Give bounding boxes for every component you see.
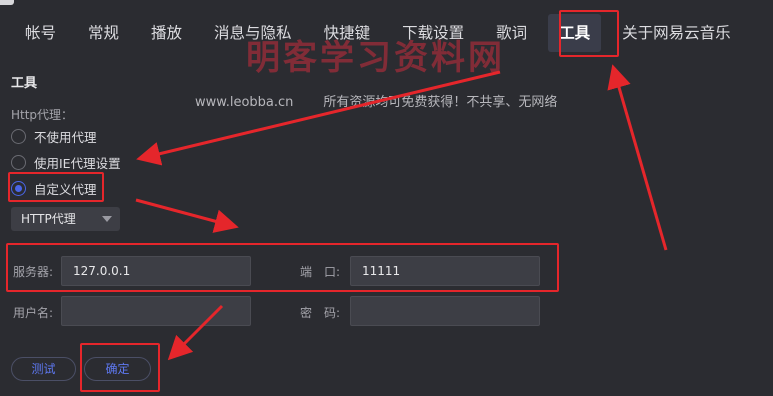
- confirm-button[interactable]: 确定: [84, 357, 151, 381]
- server-input[interactable]: 127.0.0.1: [61, 256, 251, 286]
- radio-ie-proxy[interactable]: 使用IE代理设置: [11, 153, 121, 172]
- port-input[interactable]: 11111: [350, 256, 540, 286]
- watermark-slogan: 所有资源均可免费获得！不共享、无网络: [323, 95, 558, 110]
- radio-circle-icon[interactable]: [11, 155, 26, 170]
- radio-label: 自定义代理: [34, 182, 97, 197]
- http-proxy-label: Http代理：: [11, 108, 74, 122]
- arrow-to-tools-tab: [607, 64, 668, 251]
- chevron-down-icon: [102, 216, 112, 222]
- section-title: 工具: [11, 76, 38, 91]
- radio-label: 不使用代理: [34, 130, 97, 145]
- tab-playback[interactable]: 播放: [140, 14, 193, 52]
- radio-custom-proxy[interactable]: 自定义代理: [11, 179, 97, 198]
- arrow-to-ie-proxy: [136, 70, 501, 166]
- tab-about[interactable]: 关于网易云音乐: [611, 14, 742, 52]
- proxy-type-value: HTTP代理: [21, 212, 76, 226]
- password-label: 密 码:: [300, 306, 341, 320]
- proxy-type-select[interactable]: HTTP代理: [11, 207, 120, 231]
- tab-general[interactable]: 常规: [77, 14, 130, 52]
- password-input[interactable]: [350, 296, 540, 326]
- watermark-title: 明客学习资料网: [246, 38, 505, 78]
- arrow-to-server-box: [135, 198, 239, 233]
- username-input[interactable]: [61, 296, 251, 326]
- tab-account[interactable]: 帐号: [14, 14, 67, 52]
- server-label: 服务器:: [13, 265, 54, 279]
- radio-circle-icon[interactable]: [11, 129, 26, 144]
- window-corner-decoration: [0, 0, 14, 5]
- tab-tools[interactable]: 工具: [548, 14, 602, 52]
- username-label: 用户名:: [13, 306, 54, 320]
- test-button[interactable]: 测试: [11, 357, 76, 381]
- watermark-site: www.leobba.cn: [195, 95, 294, 110]
- watermark-caption: www.leobba.cn 所有资源均可免费获得！不共享、无网络: [195, 91, 557, 110]
- port-label: 端 口:: [300, 265, 341, 279]
- radio-label: 使用IE代理设置: [34, 156, 121, 171]
- radio-no-proxy[interactable]: 不使用代理: [11, 127, 97, 146]
- radio-checked-icon[interactable]: [11, 181, 26, 196]
